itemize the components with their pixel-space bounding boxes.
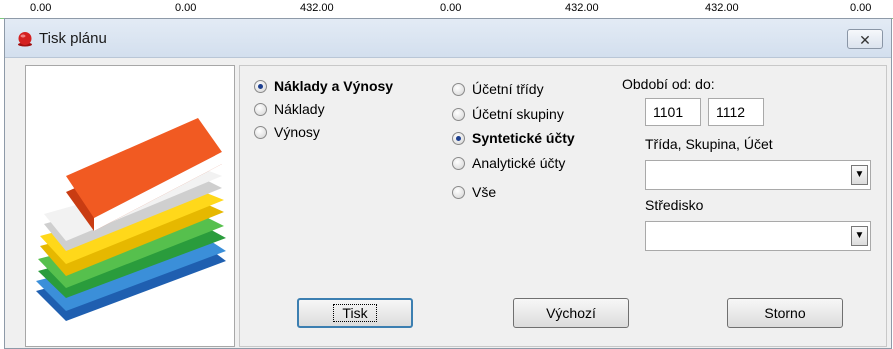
options-panel: Náklady a Výnosy Náklady Výnosy Účetní t…: [239, 65, 887, 347]
radio-label: Vše: [472, 184, 497, 200]
radio-account-groups[interactable]: Účetní skupiny: [452, 106, 564, 122]
radio-label: Náklady a Výnosy: [274, 78, 394, 94]
radio-analytic-accounts[interactable]: Analytické účty: [452, 155, 565, 171]
books-stack-icon: [36, 118, 226, 321]
chevron-down-icon[interactable]: ▼: [851, 226, 868, 246]
center-filter-select[interactable]: ▼: [645, 221, 871, 251]
cancel-button-label: Storno: [764, 305, 806, 321]
radio-synthetic-accounts[interactable]: Syntetické účty: [452, 130, 575, 146]
close-button[interactable]: ✕: [847, 29, 883, 49]
radio-all[interactable]: Vše: [452, 184, 496, 200]
radio-costs-and-revenues[interactable]: Náklady a Výnosy: [254, 78, 393, 94]
background-cell: 432.00: [565, 2, 599, 14]
radio-checked-icon: [452, 131, 465, 145]
radio-unchecked-icon: [452, 185, 465, 199]
background-cell: 0.00: [850, 2, 872, 14]
radio-revenues[interactable]: Výnosy: [254, 124, 320, 140]
background-cell: 432.00: [705, 2, 739, 14]
class-filter-label: Třída, Skupina, Účet: [645, 136, 773, 152]
red-dot-icon: [18, 32, 32, 47]
background-cell: 0.00: [175, 2, 197, 14]
default-button[interactable]: Výchozí: [513, 298, 629, 328]
period-label: Období od: do:: [622, 76, 715, 92]
background-cell: 432.00: [300, 2, 334, 14]
window-title: Tisk plánu: [39, 30, 107, 47]
radio-unchecked-icon: [254, 102, 267, 116]
print-button-label: Tisk: [333, 304, 377, 322]
close-icon: ✕: [859, 32, 871, 48]
radio-label: Náklady: [274, 101, 325, 117]
cancel-button[interactable]: Storno: [727, 298, 843, 328]
image-panel: [25, 65, 235, 347]
radio-label: Analytické účty: [472, 155, 566, 171]
radio-account-classes[interactable]: Účetní třídy: [452, 81, 544, 97]
default-button-label: Výchozí: [546, 305, 596, 321]
background-table-row: 0.00 0.00 432.00 0.00 432.00 432.00 0.00: [0, 0, 893, 19]
background-cell: 0.00: [440, 2, 462, 14]
period-to-field[interactable]: 1112: [708, 98, 764, 126]
radio-label: Výnosy: [274, 124, 320, 140]
print-button[interactable]: Tisk: [297, 298, 413, 328]
background-cell: 0.00: [30, 2, 52, 14]
period-from-field[interactable]: 1101: [645, 98, 701, 126]
radio-label: Účetní třídy: [472, 81, 544, 97]
radio-unchecked-icon: [452, 107, 465, 121]
title-bar[interactable]: Tisk plánu ✕: [5, 19, 891, 58]
class-filter-select[interactable]: ▼: [645, 160, 871, 190]
print-plan-dialog: Tisk plánu ✕ Náklady a Výnosy Náklady Vý…: [4, 18, 892, 349]
chevron-down-icon[interactable]: ▼: [851, 165, 868, 185]
radio-label: Syntetické účty: [472, 130, 575, 146]
radio-unchecked-icon: [452, 82, 465, 96]
radio-unchecked-icon: [452, 156, 465, 170]
center-filter-label: Středisko: [645, 197, 704, 213]
radio-checked-icon: [254, 79, 267, 93]
radio-label: Účetní skupiny: [472, 106, 564, 122]
radio-unchecked-icon: [254, 125, 267, 139]
radio-costs[interactable]: Náklady: [254, 101, 325, 117]
